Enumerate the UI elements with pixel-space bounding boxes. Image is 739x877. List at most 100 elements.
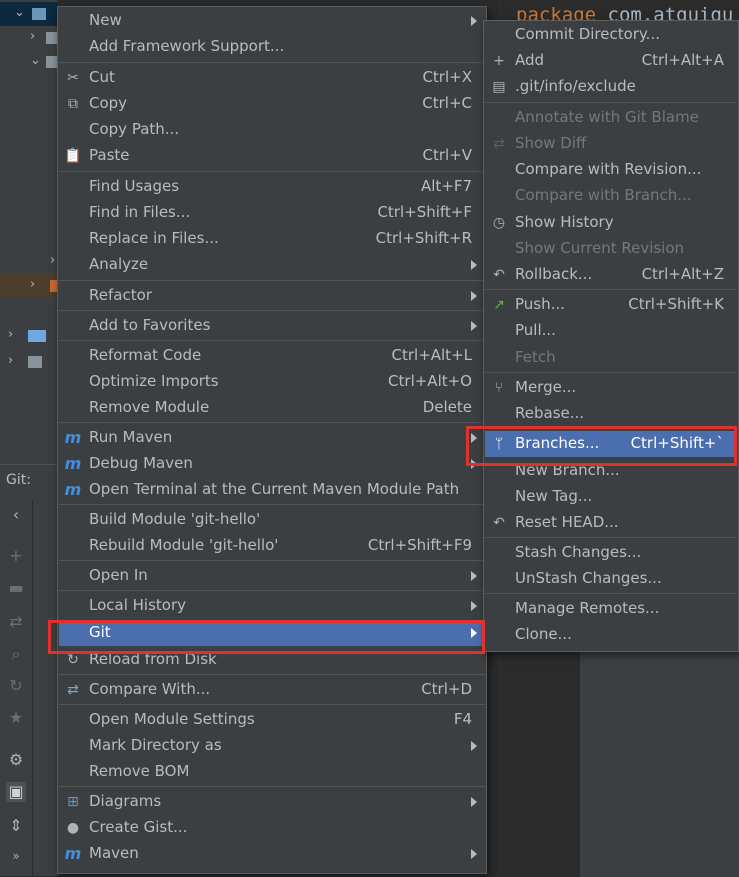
submenu-arrow-icon <box>471 849 477 859</box>
chevron-right-icon[interactable]: › <box>30 29 35 44</box>
menu-item-copy-path[interactable]: Copy Path... <box>59 117 485 143</box>
menu-item-shortcut: Delete <box>422 398 472 416</box>
more-icon[interactable]: » <box>6 846 26 866</box>
menu-item-build-module[interactable]: Build Module 'git-hello' <box>59 507 485 533</box>
menu-item-diagrams[interactable]: ⊞ Diagrams <box>59 789 485 815</box>
menu-item-new[interactable]: New <box>59 8 485 34</box>
tree-row-selected[interactable]: ⌄ <box>0 2 58 26</box>
menu-item-remove-module[interactable]: Remove Module Delete <box>59 395 485 421</box>
menu-item-paste[interactable]: 📋 Paste Ctrl+V <box>59 143 485 169</box>
menu-item-add-framework-support[interactable]: Add Framework Support... <box>59 34 485 60</box>
git-item-reset-head[interactable]: ↶ Reset HEAD... <box>485 510 737 536</box>
git-item-rebase[interactable]: Rebase... <box>485 401 737 427</box>
tree-row[interactable]: › <box>0 250 58 274</box>
git-item-merge[interactable]: ⑂ Merge... <box>485 375 737 401</box>
menu-item-analyze[interactable]: Analyze <box>59 252 485 278</box>
menu-item-label: Merge... <box>515 378 577 396</box>
menu-item-open-terminal-maven[interactable]: m Open Terminal at the Current Maven Modu… <box>59 477 485 503</box>
git-item-show-diff[interactable]: ⇄ Show Diff <box>485 131 737 157</box>
tree-row[interactable]: › <box>0 324 58 348</box>
menu-separator <box>485 593 737 594</box>
chevron-right-icon[interactable]: › <box>50 253 55 268</box>
git-item-new-branch[interactable]: New Branch... <box>485 458 737 484</box>
git-item-new-tag[interactable]: New Tag... <box>485 484 737 510</box>
menu-item-label: Diagrams <box>89 792 162 810</box>
menu-item-label: Replace in Files... <box>89 229 219 247</box>
menu-item-label: Clone... <box>515 625 572 643</box>
git-item-clone[interactable]: Clone... <box>485 622 737 648</box>
chevron-right-icon[interactable]: › <box>8 327 13 342</box>
git-item-show-current-revision[interactable]: Show Current Revision <box>485 236 737 262</box>
git-item-git-info-exclude[interactable]: ▤ .git/info/exclude <box>485 74 737 100</box>
menu-item-debug-maven[interactable]: m Debug Maven <box>59 451 485 477</box>
menu-item-mark-directory-as[interactable]: Mark Directory as <box>59 733 485 759</box>
menu-item-rebuild-module[interactable]: Rebuild Module 'git-hello' Ctrl+Shift+F9 <box>59 533 485 559</box>
menu-item-find-usages[interactable]: Find Usages Alt+F7 <box>59 174 485 200</box>
menu-item-run-maven[interactable]: m Run Maven <box>59 425 485 451</box>
menu-item-shortcut: Ctrl+Shift+K <box>628 295 724 313</box>
menu-item-refactor[interactable]: Refactor <box>59 283 485 309</box>
tree-row[interactable]: › <box>0 26 60 50</box>
menu-item-maven[interactable]: m Maven <box>59 841 485 867</box>
git-item-branches[interactable]: ᛘ Branches... Ctrl+Shift+` <box>485 431 737 457</box>
git-item-annotate[interactable]: Annotate with Git Blame <box>485 105 737 131</box>
menu-item-find-in-files[interactable]: Find in Files... Ctrl+Shift+F <box>59 200 485 226</box>
menu-item-git[interactable]: Git <box>59 620 485 646</box>
tree-row[interactable]: ⌄ <box>0 50 60 74</box>
menu-item-open-module-settings[interactable]: Open Module Settings F4 <box>59 707 485 733</box>
menu-item-shortcut: Ctrl+Shift+F <box>377 203 472 221</box>
menu-item-compare-with[interactable]: ⇄ Compare With... Ctrl+D <box>59 677 485 703</box>
menu-item-replace-in-files[interactable]: Replace in Files... Ctrl+Shift+R <box>59 226 485 252</box>
delete-icon[interactable]: ▬ <box>6 578 26 598</box>
back-icon[interactable]: ‹ <box>6 505 26 525</box>
search-icon[interactable]: ⌕ <box>6 644 26 664</box>
chevron-down-icon[interactable]: ⌄ <box>30 53 41 68</box>
add-icon[interactable]: + <box>6 546 26 566</box>
menu-item-local-history[interactable]: Local History <box>59 593 485 619</box>
menu-item-create-gist[interactable]: ● Create Gist... <box>59 815 485 841</box>
menu-item-add-to-favorites[interactable]: Add to Favorites <box>59 313 485 339</box>
menu-item-shortcut: Ctrl+Alt+L <box>391 346 473 364</box>
menu-item-copy[interactable]: ⧉ Copy Ctrl+C <box>59 91 485 117</box>
git-item-compare-with-branch[interactable]: Compare with Branch... <box>485 183 737 209</box>
menu-item-open-in[interactable]: Open In <box>59 563 485 589</box>
menu-item-optimize-imports[interactable]: Optimize Imports Ctrl+Alt+O <box>59 369 485 395</box>
git-item-pull[interactable]: Pull... <box>485 318 737 344</box>
compare-icon[interactable]: ⇄ <box>6 612 26 632</box>
git-item-show-history[interactable]: ◷ Show History <box>485 210 737 236</box>
menu-separator <box>59 590 485 591</box>
git-item-fetch[interactable]: Fetch <box>485 345 737 371</box>
menu-item-reformat-code[interactable]: Reformat Code Ctrl+Alt+L <box>59 343 485 369</box>
maven-terminal-icon: m <box>64 480 82 499</box>
menu-item-label: Compare With... <box>89 680 211 698</box>
tree-row[interactable]: › <box>0 350 58 374</box>
layout-icon[interactable]: ▣ <box>6 782 26 802</box>
refresh-icon[interactable]: ↻ <box>6 676 26 696</box>
menu-item-remove-bom[interactable]: Remove BOM <box>59 759 485 785</box>
menu-item-cut[interactable]: ✂ Cut Ctrl+X <box>59 65 485 91</box>
git-item-commit-directory[interactable]: Commit Directory... <box>485 22 737 48</box>
menu-item-shortcut: Alt+F7 <box>420 177 472 195</box>
expand-icon[interactable]: ⇕ <box>6 816 26 836</box>
menu-item-reload-from-disk[interactable]: ↻ Reload from Disk <box>59 647 485 673</box>
menu-item-label: Stash Changes... <box>515 543 642 561</box>
git-item-push[interactable]: ↗ Push... Ctrl+Shift+K <box>485 292 737 318</box>
star-icon[interactable]: ★ <box>6 708 26 728</box>
menu-separator <box>59 280 485 281</box>
chevron-down-icon[interactable]: ⌄ <box>14 5 25 20</box>
gear-icon[interactable]: ⚙ <box>6 750 26 770</box>
menu-item-label: Open Terminal at the Current Maven Modul… <box>89 480 460 498</box>
menu-item-shortcut: Ctrl+V <box>422 146 472 164</box>
menu-item-shortcut: Ctrl+Shift+` <box>630 434 724 452</box>
menu-item-label: Rebase... <box>515 404 585 422</box>
git-item-stash-changes[interactable]: Stash Changes... <box>485 540 737 566</box>
chevron-right-icon[interactable]: › <box>30 277 35 292</box>
git-item-add[interactable]: + Add Ctrl+Alt+A <box>485 48 737 74</box>
git-item-rollback[interactable]: ↶ Rollback... Ctrl+Alt+Z <box>485 262 737 288</box>
chevron-right-icon[interactable]: › <box>8 353 13 368</box>
tree-row[interactable]: › <box>0 274 58 298</box>
git-item-manage-remotes[interactable]: Manage Remotes... <box>485 596 737 622</box>
git-item-unstash-changes[interactable]: UnStash Changes... <box>485 566 737 592</box>
merge-icon: ⑂ <box>494 380 504 396</box>
git-item-compare-with-revision[interactable]: Compare with Revision... <box>485 157 737 183</box>
